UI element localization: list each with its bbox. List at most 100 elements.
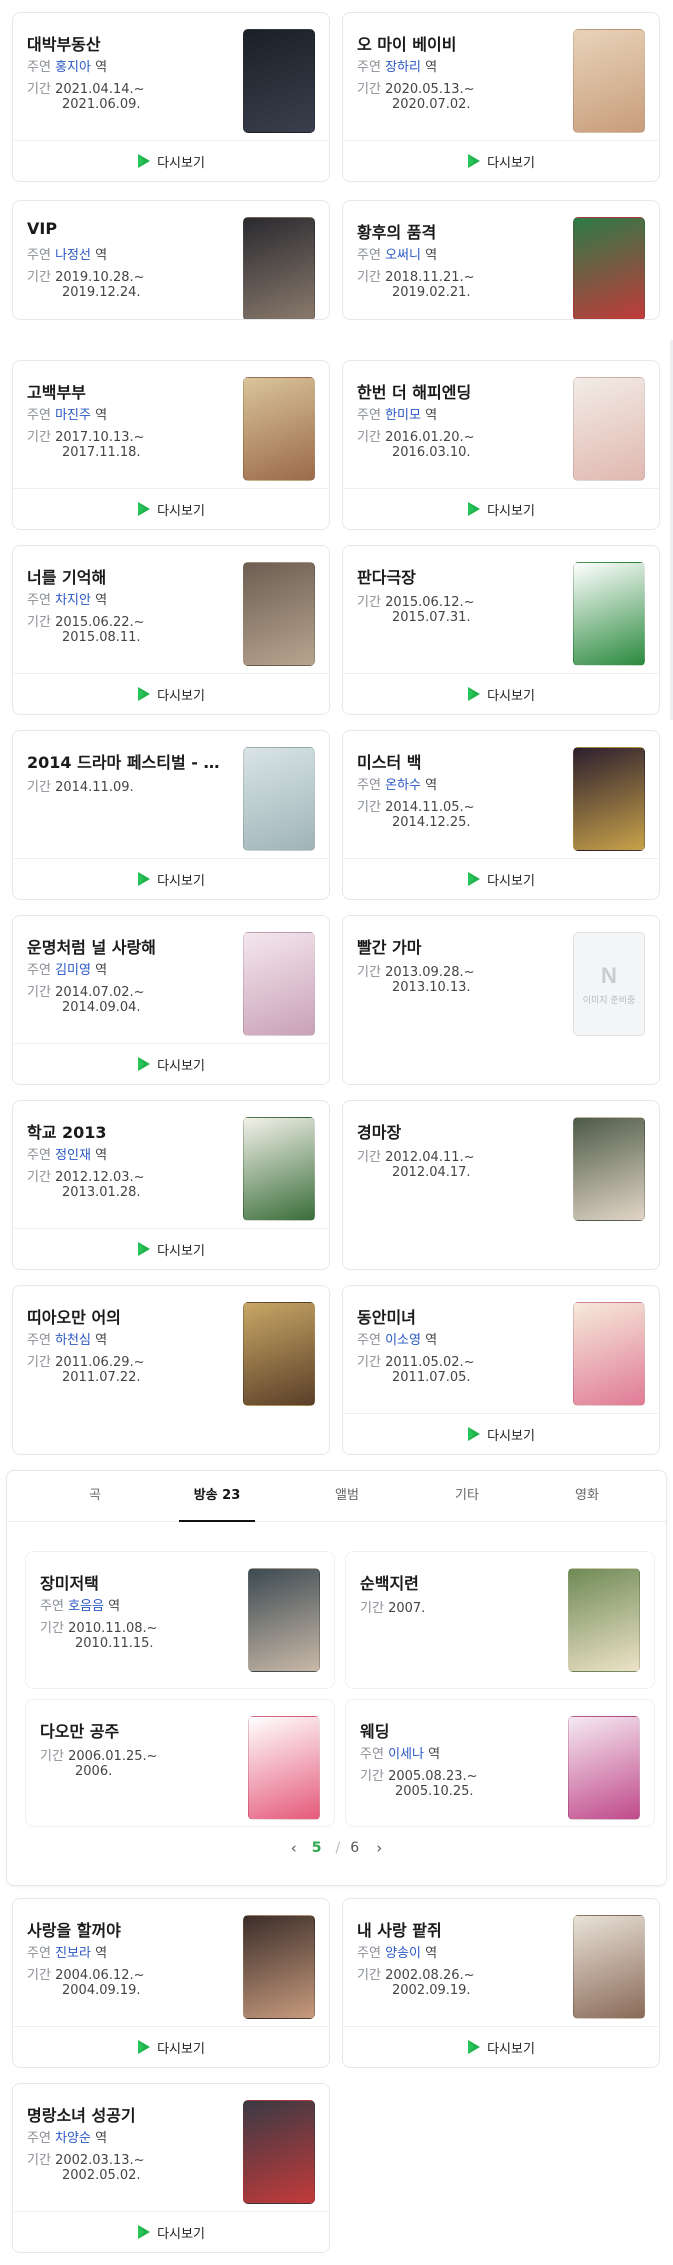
drama-title[interactable]: 미스터 백 <box>357 749 559 773</box>
tab-4[interactable]: 영화 <box>527 1471 647 1521</box>
tab-0[interactable]: 곡 <box>35 1471 155 1521</box>
cast-name-link[interactable]: 오써니 <box>385 248 421 263</box>
poster-image[interactable] <box>248 1568 320 1672</box>
cast-name-link[interactable]: 정인재 <box>55 1148 91 1163</box>
drama-title[interactable]: 대박부동산 <box>27 31 229 55</box>
poster-image[interactable] <box>243 217 315 319</box>
drama-title[interactable]: 오 마이 베이비 <box>357 31 559 55</box>
poster-image[interactable] <box>243 1302 315 1406</box>
drama-title[interactable]: 사랑을 할꺼야 <box>27 1917 229 1941</box>
cast-name-link[interactable]: 나정선 <box>55 248 91 263</box>
poster-image[interactable] <box>573 1915 645 2019</box>
poster-image[interactable] <box>243 1915 315 2019</box>
drama-title[interactable]: 순백지련 <box>360 1570 554 1594</box>
rewatch-button[interactable]: 다시보기 <box>13 140 329 181</box>
cast-name-link[interactable]: 김미영 <box>55 963 91 978</box>
cast-name-link[interactable]: 장하리 <box>385 60 421 75</box>
poster-image[interactable] <box>248 1716 320 1820</box>
cast-name-link[interactable]: 양송이 <box>385 1946 421 1961</box>
drama-title[interactable]: 내 사랑 팥쥐 <box>357 1917 559 1941</box>
rewatch-button[interactable]: 다시보기 <box>343 140 659 181</box>
rewatch-button[interactable]: 다시보기 <box>13 673 329 714</box>
drama-card[interactable]: 순백지련 기간 2007. <box>345 1551 655 1689</box>
cast-name-link[interactable]: 하천심 <box>55 1333 91 1348</box>
drama-card[interactable]: 2014 드라마 페스티벌 - … 기간 2014.11.09. 다시보기 <box>12 730 330 900</box>
drama-card[interactable]: 띠아오만 어의 주연 하천심 역 기간 2011.06.29.~ 2011.07.22… <box>12 1285 330 1455</box>
cast-name-link[interactable]: 홍지아 <box>55 60 91 75</box>
drama-card[interactable]: 경마장 기간 2012.04.11.~ 2012.04.17. <box>342 1100 660 1270</box>
poster-image[interactable] <box>243 747 315 851</box>
poster-image[interactable] <box>243 2100 315 2204</box>
drama-title[interactable]: VIP <box>27 219 229 238</box>
poster-image[interactable] <box>568 1568 640 1672</box>
drama-card[interactable]: 대박부동산 주연 홍지아 역 기간 2021.04.14.~ 2021.06.09. 다… <box>12 12 330 182</box>
rewatch-button[interactable]: 다시보기 <box>13 488 329 529</box>
drama-card[interactable]: VIP 주연 나정선 역 기간 2019.10.28.~ 2019.12.24. <box>12 200 330 320</box>
drama-card[interactable]: 고백부부 주연 마진주 역 기간 2017.10.13.~ 2017.11.18. 다시… <box>12 360 330 530</box>
drama-title[interactable]: 학교 2013 <box>27 1119 229 1143</box>
rewatch-button[interactable]: 다시보기 <box>13 2211 329 2252</box>
drama-card[interactable]: 황후의 품격 주연 오써니 역 기간 2018.11.21.~ 2019.02.21. <box>342 200 660 320</box>
poster-image[interactable] <box>243 377 315 481</box>
poster-image[interactable] <box>243 29 315 133</box>
poster-image[interactable] <box>573 217 645 319</box>
rewatch-button[interactable]: 다시보기 <box>343 488 659 529</box>
drama-card[interactable]: 너를 기억해 주연 차지안 역 기간 2015.06.22.~ 2015.08.11.… <box>12 545 330 715</box>
drama-title[interactable]: 운명처럼 널 사랑해 <box>27 934 229 958</box>
drama-title[interactable]: 장미저택 <box>40 1570 234 1594</box>
rewatch-button[interactable]: 다시보기 <box>343 1413 659 1454</box>
drama-card[interactable]: 장미저택 주연 호음음 역 기간 2010.11.08.~ 2010.11.15. <box>25 1551 335 1689</box>
drama-title[interactable]: 빨간 가마 <box>357 934 559 958</box>
poster-image[interactable] <box>243 1117 315 1221</box>
poster-image[interactable] <box>573 562 645 666</box>
drama-card[interactable]: 사랑을 할꺼야 주연 진보라 역 기간 2004.06.12.~ 2004.09.19… <box>12 1898 330 2068</box>
drama-title[interactable]: 경마장 <box>357 1119 559 1143</box>
poster-image[interactable] <box>243 932 315 1036</box>
rewatch-button[interactable]: 다시보기 <box>343 858 659 899</box>
cast-name-link[interactable]: 온하수 <box>385 778 421 793</box>
drama-title[interactable]: 판다극장 <box>357 564 559 588</box>
rewatch-button[interactable]: 다시보기 <box>13 1228 329 1269</box>
drama-title[interactable]: 2014 드라마 페스티벌 - … <box>27 749 229 773</box>
prev-page-icon[interactable]: ‹ <box>282 1839 306 1857</box>
cast-name-link[interactable]: 이세나 <box>388 1747 424 1762</box>
poster-image[interactable] <box>243 562 315 666</box>
cast-name-link[interactable]: 차양순 <box>55 2131 91 2146</box>
rewatch-button[interactable]: 다시보기 <box>13 858 329 899</box>
poster-image[interactable]: N 이미지 준비중 <box>573 932 645 1036</box>
drama-title[interactable]: 한번 더 해피엔딩 <box>357 379 559 403</box>
cast-name-link[interactable]: 한미모 <box>385 408 421 423</box>
poster-image[interactable] <box>573 29 645 133</box>
cast-name-link[interactable]: 진보라 <box>55 1946 91 1961</box>
cast-name-link[interactable]: 이소영 <box>385 1333 421 1348</box>
drama-title[interactable]: 명랑소녀 성공기 <box>27 2102 229 2126</box>
drama-card[interactable]: 운명처럼 널 사랑해 주연 김미영 역 기간 2014.07.02.~ 2014.09… <box>12 915 330 1085</box>
rewatch-button[interactable]: 다시보기 <box>13 1043 329 1084</box>
drama-card[interactable]: 오 마이 베이비 주연 장하리 역 기간 2020.05.13.~ 2020.07.0… <box>342 12 660 182</box>
drama-title[interactable]: 황후의 품격 <box>357 219 559 243</box>
drama-card[interactable]: 빨간 가마 기간 2013.09.28.~ 2013.10.13. N 이미지 준비중 <box>342 915 660 1085</box>
drama-card[interactable]: 동안미녀 주연 이소영 역 기간 2011.05.02.~ 2011.07.05. 다시… <box>342 1285 660 1455</box>
drama-card[interactable]: 명랑소녀 성공기 주연 차양순 역 기간 2002.03.13.~ 2002.05.0… <box>12 2083 330 2253</box>
drama-card[interactable]: 내 사랑 팥쥐 주연 양송이 역 기간 2002.08.26.~ 2002.09.19… <box>342 1898 660 2068</box>
cast-name-link[interactable]: 마진주 <box>55 408 91 423</box>
drama-card[interactable]: 학교 2013 주연 정인재 역 기간 2012.12.03.~ 2013.01.28… <box>12 1100 330 1270</box>
drama-title[interactable]: 띠아오만 어의 <box>27 1304 229 1328</box>
drama-card[interactable]: 판다극장 기간 2015.06.12.~ 2015.07.31. 다시보기 <box>342 545 660 715</box>
drama-title[interactable]: 다오만 공주 <box>40 1718 234 1742</box>
poster-image[interactable] <box>573 1117 645 1221</box>
rewatch-button[interactable]: 다시보기 <box>13 2026 329 2067</box>
rewatch-button[interactable]: 다시보기 <box>343 2026 659 2067</box>
drama-title[interactable]: 동안미녀 <box>357 1304 559 1328</box>
drama-card[interactable]: 한번 더 해피엔딩 주연 한미모 역 기간 2016.01.20.~ 2016.03.… <box>342 360 660 530</box>
tab-2[interactable]: 앨범 <box>287 1471 407 1521</box>
rewatch-button[interactable]: 다시보기 <box>343 673 659 714</box>
poster-image[interactable] <box>568 1716 640 1820</box>
cast-name-link[interactable]: 차지안 <box>55 593 91 608</box>
cast-name-link[interactable]: 호음음 <box>68 1599 104 1614</box>
drama-title[interactable]: 웨딩 <box>360 1718 554 1742</box>
drama-card[interactable]: 웨딩 주연 이세나 역 기간 2005.08.23.~ 2005.10.25. <box>345 1699 655 1827</box>
tab-1[interactable]: 방송 23 <box>157 1471 277 1522</box>
next-page-icon[interactable]: › <box>367 1839 391 1857</box>
poster-image[interactable] <box>573 747 645 851</box>
